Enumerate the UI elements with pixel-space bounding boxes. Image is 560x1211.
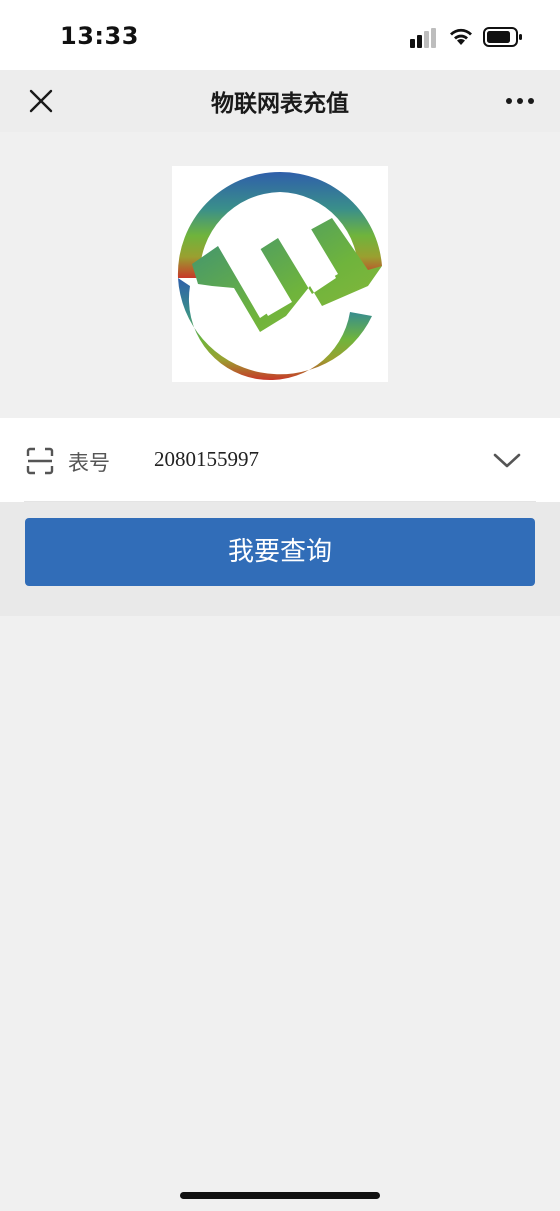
- more-dots-icon[interactable]: [500, 84, 540, 118]
- chevron-down-icon[interactable]: [488, 444, 526, 476]
- meter-number-field[interactable]: 2080155997: [154, 447, 259, 472]
- battery-icon: [483, 27, 522, 47]
- navigation-bar: 物联网表充值: [0, 70, 560, 132]
- company-logo: [172, 166, 388, 382]
- status-bar: 13:33: [0, 0, 560, 70]
- button-area: 我要查询: [0, 502, 560, 616]
- scan-icon[interactable]: [26, 447, 54, 475]
- meter-label: 表号: [68, 451, 110, 475]
- status-time: 13:33: [60, 22, 139, 50]
- meter-number-row: 表号 2080155997: [0, 418, 560, 502]
- query-button[interactable]: 我要查询: [25, 518, 535, 586]
- wifi-icon: [450, 28, 472, 45]
- logo-area: [0, 132, 560, 418]
- page-title: 物联网表充值: [211, 91, 349, 117]
- home-indicator[interactable]: [180, 1192, 380, 1199]
- cellular-signal-icon: [410, 28, 436, 48]
